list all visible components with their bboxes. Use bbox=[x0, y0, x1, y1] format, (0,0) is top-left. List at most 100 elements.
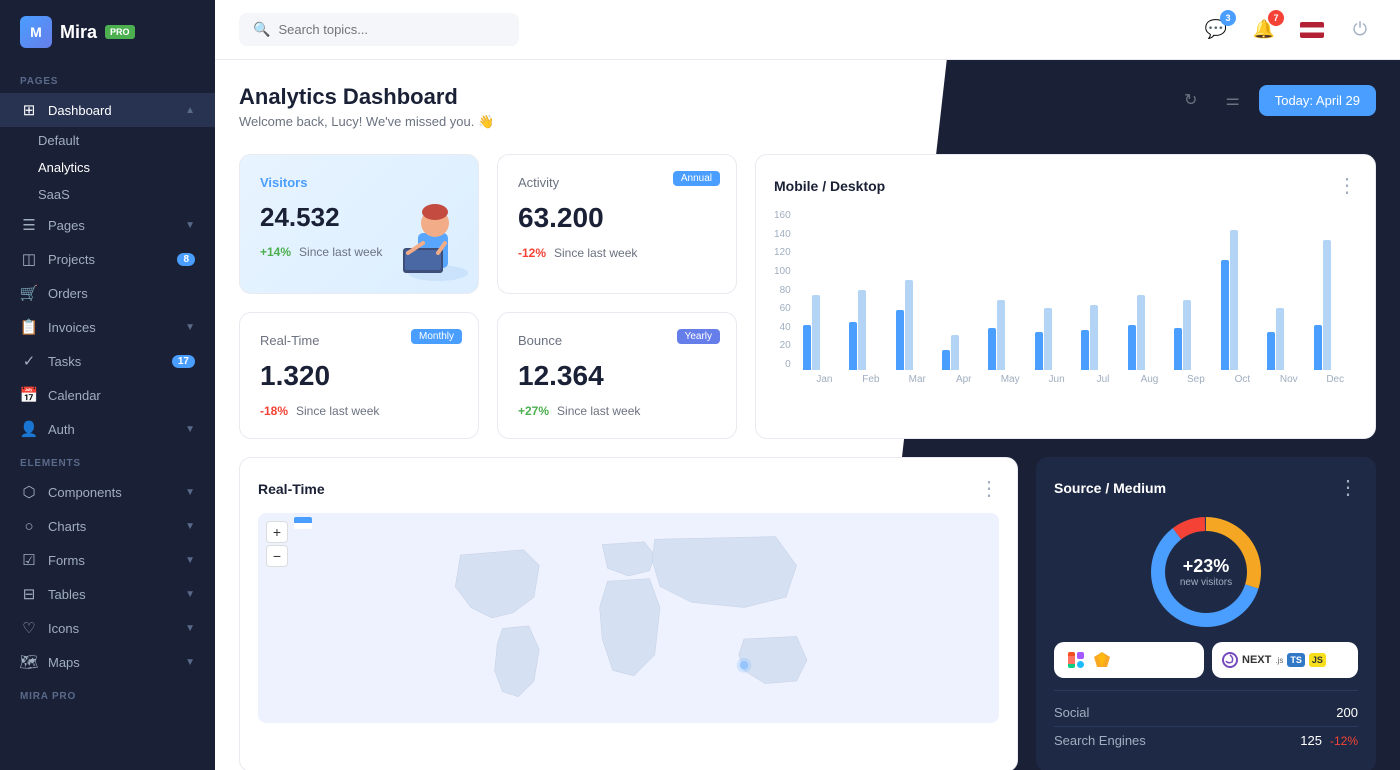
search-icon: 🔍 bbox=[253, 21, 270, 38]
sidebar-sub-item-saas[interactable]: SaaS bbox=[0, 181, 215, 208]
source-value-social: 200 bbox=[1336, 705, 1358, 720]
activity-change: -12% bbox=[518, 246, 546, 260]
bar-dark bbox=[942, 350, 950, 370]
flag-icon bbox=[1300, 22, 1324, 38]
realtime-label: Real-Time bbox=[260, 333, 319, 348]
chevron-down-icon: ▼ bbox=[185, 623, 195, 634]
nextjs-label: NEXT bbox=[1242, 654, 1271, 666]
visitors-change: +14% bbox=[260, 245, 291, 259]
app-name: Mira bbox=[60, 22, 97, 43]
sidebar-item-components[interactable]: ⬡ Components ▼ bbox=[0, 475, 215, 509]
tech-logos-row: NEXT .js TS JS bbox=[1054, 642, 1358, 678]
tasks-badge: 17 bbox=[172, 355, 195, 368]
sidebar-item-charts[interactable]: ○ Charts ▼ bbox=[0, 509, 215, 543]
projects-icon: ◫ bbox=[20, 250, 38, 268]
bar-dark bbox=[1128, 325, 1136, 370]
typescript-badge: TS bbox=[1287, 653, 1305, 667]
filter-button[interactable]: ⚌ bbox=[1217, 84, 1249, 116]
realtime-badge: Monthly bbox=[411, 329, 462, 344]
sidebar-sub-item-analytics[interactable]: Analytics bbox=[0, 154, 215, 181]
chevron-down-icon: ▼ bbox=[185, 521, 195, 532]
sidebar-item-icons[interactable]: ♡ Icons ▼ bbox=[0, 611, 215, 645]
zoom-out-button[interactable]: − bbox=[266, 545, 288, 567]
label-jan: Jan bbox=[803, 374, 846, 385]
charts-icon: ○ bbox=[20, 517, 38, 535]
sidebar-item-maps[interactable]: 🗺 Maps ▼ bbox=[0, 645, 215, 679]
map-title: Real-Time bbox=[258, 481, 325, 497]
chevron-down-icon: ▼ bbox=[185, 322, 195, 333]
label-mar: Mar bbox=[896, 374, 939, 385]
language-button[interactable] bbox=[1296, 14, 1328, 46]
bounce-card: Bounce Yearly 12.364 +27% Since last wee… bbox=[497, 312, 737, 439]
today-button[interactable]: Today: April 29 bbox=[1259, 85, 1376, 116]
messages-badge: 3 bbox=[1220, 10, 1236, 26]
chart-title: Mobile / Desktop bbox=[774, 178, 885, 194]
bar-chart-area: Jan Feb Mar Apr May Jun Jul Aug Sep Oct bbox=[803, 210, 1357, 385]
tables-icon: ⊟ bbox=[20, 585, 38, 603]
page-title: Analytics Dashboard bbox=[239, 84, 494, 110]
sidebar-item-label: Projects bbox=[48, 252, 167, 267]
bar-group-sep bbox=[1174, 300, 1217, 370]
sidebar-item-auth[interactable]: 👤 Auth ▼ bbox=[0, 412, 215, 446]
forms-icon: ☑ bbox=[20, 551, 38, 569]
sidebar-item-pages[interactable]: ☰ Pages ▼ bbox=[0, 208, 215, 242]
activity-value: 63.200 bbox=[518, 202, 716, 234]
bounce-value: 12.364 bbox=[518, 360, 716, 392]
messages-button[interactable]: 💬 3 bbox=[1200, 14, 1232, 46]
label-nov: Nov bbox=[1267, 374, 1310, 385]
bar-group-feb bbox=[849, 290, 892, 370]
source-more-button[interactable]: ⋮ bbox=[1338, 475, 1358, 500]
mobile-desktop-card: Mobile / Desktop ⋮ 160140120100806040200 bbox=[755, 154, 1376, 439]
activity-footer: -12% Since last week bbox=[518, 246, 716, 260]
bar-group-jun bbox=[1035, 308, 1078, 370]
map-controls: + − bbox=[266, 521, 288, 567]
refresh-icon: ↻ bbox=[1184, 90, 1197, 110]
bar-dark bbox=[1081, 330, 1089, 370]
sidebar-sub-item-default[interactable]: Default bbox=[0, 127, 215, 154]
search-input[interactable] bbox=[278, 22, 505, 37]
source-value-search: 125 bbox=[1300, 733, 1322, 748]
bar-light bbox=[1183, 300, 1191, 370]
sidebar-item-label: Orders bbox=[48, 286, 195, 301]
bottom-row: Real-Time ⋮ bbox=[239, 457, 1376, 770]
sidebar-item-tasks[interactable]: ✓ Tasks 17 bbox=[0, 344, 215, 378]
sidebar-item-orders[interactable]: 🛒 Orders bbox=[0, 276, 215, 310]
components-icon: ⬡ bbox=[20, 483, 38, 501]
page-content: Analytics Dashboard Welcome back, Lucy! … bbox=[215, 60, 1400, 770]
more-options-button[interactable]: ⋮ bbox=[1337, 173, 1357, 198]
bar-light bbox=[1276, 308, 1284, 370]
map-bg: + − bbox=[258, 513, 999, 723]
label-oct: Oct bbox=[1221, 374, 1264, 385]
sidebar-item-calendar[interactable]: 📅 Calendar bbox=[0, 378, 215, 412]
source-rows: Social 200 Search Engines 125 -12% bbox=[1054, 690, 1358, 754]
chevron-down-icon: ▼ bbox=[185, 555, 195, 566]
activity-label: Activity bbox=[518, 175, 559, 190]
zoom-in-button[interactable]: + bbox=[266, 521, 288, 543]
sidebar-item-tables[interactable]: ⊟ Tables ▼ bbox=[0, 577, 215, 611]
tasks-icon: ✓ bbox=[20, 352, 38, 370]
bar-group-may bbox=[988, 300, 1031, 370]
bounce-footer: +27% Since last week bbox=[518, 404, 716, 418]
sidebar-item-invoices[interactable]: 📋 Invoices ▼ bbox=[0, 310, 215, 344]
bar-light bbox=[997, 300, 1005, 370]
power-button[interactable]: ⏻ bbox=[1344, 14, 1376, 46]
sidebar-item-forms[interactable]: ☑ Forms ▼ bbox=[0, 543, 215, 577]
map-header: Real-Time ⋮ bbox=[258, 476, 999, 501]
label-jun: Jun bbox=[1035, 374, 1078, 385]
icons-icon: ♡ bbox=[20, 619, 38, 637]
refresh-button[interactable]: ↻ bbox=[1175, 84, 1207, 116]
map-more-button[interactable]: ⋮ bbox=[979, 476, 999, 501]
search-box[interactable]: 🔍 bbox=[239, 13, 519, 46]
x-axis-labels: Jan Feb Mar Apr May Jun Jul Aug Sep Oct bbox=[803, 374, 1357, 385]
visitors-card: Visitors 24.532 +14% Since last week bbox=[239, 154, 479, 294]
notifications-button[interactable]: 🔔 7 bbox=[1248, 14, 1280, 46]
label-apr: Apr bbox=[942, 374, 985, 385]
bar-dark bbox=[896, 310, 904, 370]
sidebar-item-projects[interactable]: ◫ Projects 8 bbox=[0, 242, 215, 276]
bar-dark bbox=[849, 322, 857, 370]
sidebar-item-label: Maps bbox=[48, 655, 175, 670]
sidebar-item-label: Dashboard bbox=[48, 103, 175, 118]
sidebar-item-dashboard[interactable]: ⊞ Dashboard ▲ bbox=[0, 93, 215, 127]
label-feb: Feb bbox=[849, 374, 892, 385]
sidebar-item-label: Forms bbox=[48, 553, 175, 568]
